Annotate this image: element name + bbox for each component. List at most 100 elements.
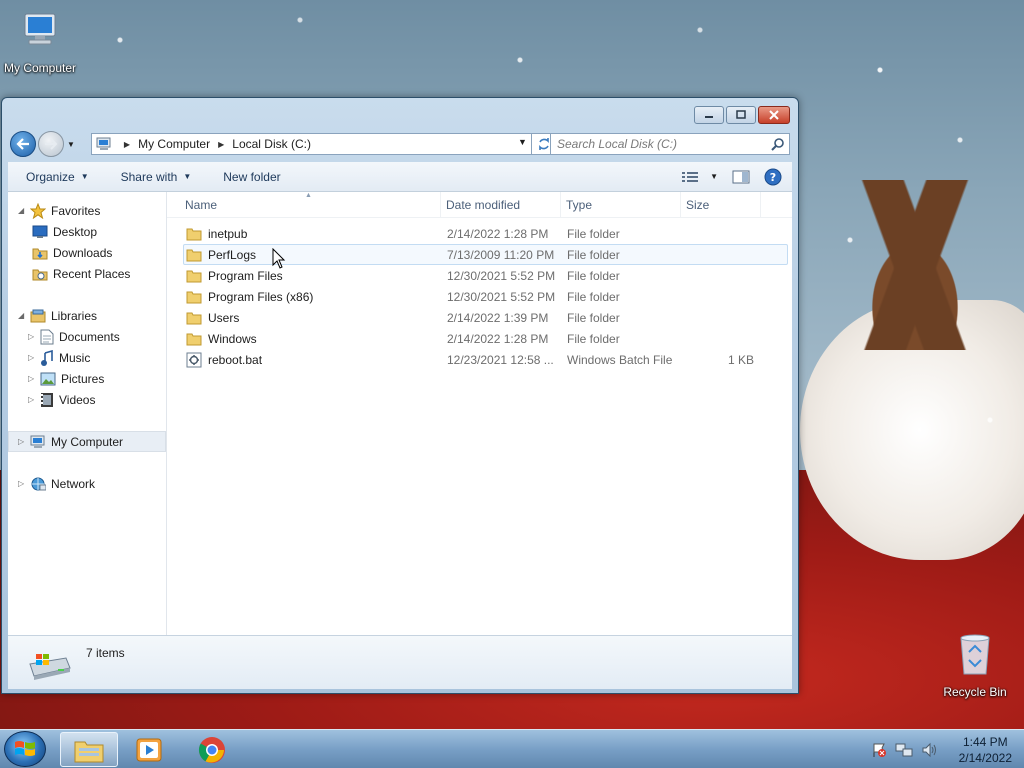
column-header-size[interactable]: Size <box>681 191 761 218</box>
recent-places-icon <box>32 267 48 281</box>
expanded-arrow-icon[interactable]: ◢ <box>18 311 30 320</box>
expanded-arrow-icon[interactable]: ◢ <box>18 206 30 215</box>
svg-text:?: ? <box>770 171 776 184</box>
new-folder-button[interactable]: New folder <box>211 166 292 188</box>
taskbar-media-player-button[interactable] <box>120 732 178 767</box>
collapsed-arrow-icon[interactable]: ▷ <box>28 353 40 362</box>
nav-videos[interactable]: ▷ Videos <box>8 389 166 410</box>
start-button[interactable] <box>4 731 46 767</box>
file-row-users[interactable]: Users 2/14/2022 1:39 PM File folder <box>183 307 788 328</box>
maximize-button[interactable] <box>726 106 756 124</box>
nav-libraries[interactable]: ◢ Libraries <box>8 305 166 326</box>
taskbar-chrome-button[interactable] <box>183 732 241 767</box>
search-placeholder: Search Local Disk (C:) <box>557 137 678 151</box>
nav-label: Desktop <box>53 224 98 239</box>
computer-icon <box>0 8 80 57</box>
desktop-icon-recycle-bin[interactable]: Recycle Bin <box>935 630 1015 699</box>
action-center-flag-icon[interactable] <box>871 742 887 758</box>
libraries-icon <box>30 309 46 323</box>
close-button[interactable] <box>758 106 790 124</box>
file-type: File folder <box>567 331 620 346</box>
search-icon[interactable] <box>771 137 785 154</box>
nav-label: Downloads <box>53 245 113 260</box>
nav-network[interactable]: ▷ Network <box>8 473 166 494</box>
preview-pane-button[interactable] <box>732 170 750 184</box>
nav-favorites[interactable]: ◢ Favorites <box>8 200 166 221</box>
volume-icon[interactable] <box>921 742 939 758</box>
breadcrumb-arrow-icon: ▶ <box>123 139 131 149</box>
file-type: File folder <box>567 289 620 304</box>
column-header-name[interactable]: Name <box>167 191 441 218</box>
collapsed-arrow-icon[interactable]: ▷ <box>18 479 30 488</box>
clock[interactable]: 1:44 PM 2/14/2022 <box>959 734 1012 766</box>
collapsed-arrow-icon[interactable]: ▷ <box>28 374 40 383</box>
folder-icon <box>186 227 202 241</box>
clock-time: 1:44 PM <box>962 734 1008 749</box>
recent-pages-dropdown-icon[interactable]: ▼ <box>67 140 75 149</box>
nav-music[interactable]: ▷ Music <box>8 347 166 368</box>
details-pane: 7 items <box>8 635 792 689</box>
search-input[interactable]: Search Local Disk (C:) <box>550 133 790 155</box>
share-with-button[interactable]: Share with ▼ <box>109 166 204 188</box>
network-status-icon[interactable] <box>895 742 913 758</box>
nav-desktop[interactable]: Desktop <box>8 221 166 242</box>
explorer-icon <box>74 741 104 762</box>
minimize-button[interactable] <box>694 106 724 124</box>
content-area: ◢ Favorites Desktop Downloads Recent Pla… <box>8 191 792 635</box>
address-dropdown-icon[interactable]: ▼ <box>518 137 527 147</box>
help-icon: ? <box>764 168 782 185</box>
file-row-program-files-x86[interactable]: Program Files (x86) 12/30/2021 5:52 PM F… <box>183 286 788 307</box>
file-name: reboot.bat <box>208 352 263 367</box>
folder-icon <box>186 269 202 283</box>
column-label: Size <box>686 197 710 212</box>
chevron-down-icon: ▼ <box>710 172 718 181</box>
nav-label: Recent Places <box>53 266 131 281</box>
file-date: 2/14/2022 1:28 PM <box>447 331 549 346</box>
collapsed-arrow-icon[interactable]: ▷ <box>28 332 40 341</box>
music-icon <box>40 349 54 366</box>
taskbar-explorer-button[interactable] <box>60 732 118 767</box>
collapsed-arrow-icon[interactable]: ▷ <box>18 437 30 446</box>
column-header-type[interactable]: Type <box>561 191 681 218</box>
nav-documents[interactable]: ▷ Documents <box>8 326 166 347</box>
downloads-folder-icon <box>32 246 48 260</box>
computer-small-icon <box>30 435 46 449</box>
details-view-icon <box>682 171 699 182</box>
view-controls: ▼ ? <box>682 168 782 186</box>
share-with-label: Share with <box>120 169 178 184</box>
navigation-bar: ▼ ▶ My Computer ▶ Local Disk (C:) ▼ Sear… <box>10 130 790 158</box>
desktop-icon-label: Recycle Bin <box>943 685 1007 699</box>
address-bar[interactable]: ▶ My Computer ▶ Local Disk (C:) ▼ <box>90 133 532 155</box>
sort-ascending-icon: ▲ <box>305 192 312 199</box>
nav-recent-places[interactable]: Recent Places <box>8 263 166 284</box>
column-header-date-modified[interactable]: Date modified <box>441 191 561 218</box>
file-row-reboot-bat[interactable]: reboot.bat 12/23/2021 12:58 ... Windows … <box>183 349 788 370</box>
nav-downloads[interactable]: Downloads <box>8 242 166 263</box>
back-button[interactable] <box>10 131 36 157</box>
folder-icon <box>186 332 202 346</box>
preview-pane-icon <box>732 170 750 183</box>
nav-label: My Computer <box>51 434 124 449</box>
explorer-window: ▼ ▶ My Computer ▶ Local Disk (C:) ▼ Sear… <box>1 97 799 694</box>
help-button[interactable]: ? <box>764 168 782 186</box>
desktop-icon-my-computer[interactable]: My Computer <box>0 8 80 75</box>
collapsed-arrow-icon[interactable]: ▷ <box>28 395 40 404</box>
column-label: Name <box>185 197 218 212</box>
file-row-inetpub[interactable]: inetpub 2/14/2022 1:28 PM File folder <box>183 223 788 244</box>
change-view-button[interactable]: ▼ <box>682 171 718 183</box>
nav-pictures[interactable]: ▷ Pictures <box>8 368 166 389</box>
file-date: 2/14/2022 1:39 PM <box>447 310 549 325</box>
folder-icon <box>186 311 202 325</box>
breadcrumb-my-computer[interactable]: My Computer <box>138 137 210 151</box>
file-type: File folder <box>567 226 620 241</box>
star-icon <box>30 202 46 219</box>
nav-my-computer[interactable]: ▷ My Computer <box>8 431 166 452</box>
system-tray: 1:44 PM 2/14/2022 <box>871 730 1012 768</box>
file-date: 2/14/2022 1:28 PM <box>447 226 549 241</box>
file-name: Program Files (x86) <box>208 289 314 304</box>
media-player-icon <box>136 738 162 761</box>
organize-button[interactable]: Organize ▼ <box>14 166 101 188</box>
forward-button[interactable] <box>38 131 64 157</box>
breadcrumb-local-disk[interactable]: Local Disk (C:) <box>232 137 311 151</box>
file-row-windows[interactable]: Windows 2/14/2022 1:28 PM File folder <box>183 328 788 349</box>
